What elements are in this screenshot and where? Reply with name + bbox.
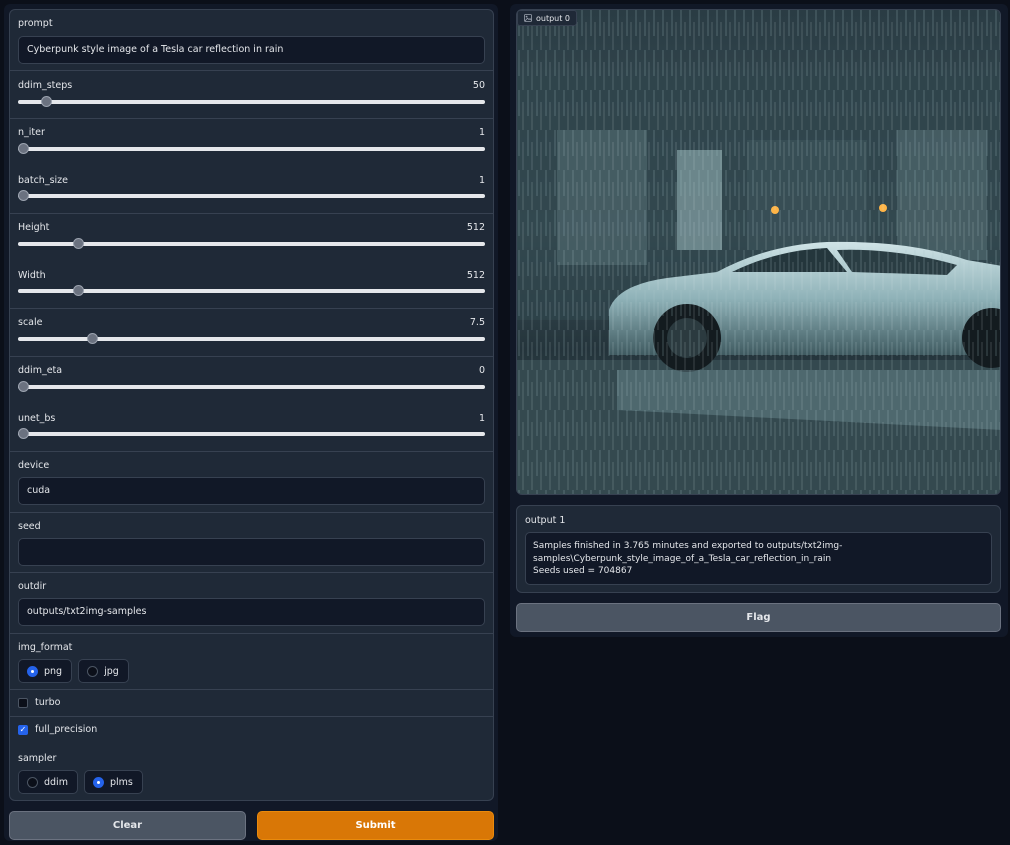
slider-thumb[interactable] xyxy=(18,143,29,154)
scale-slider[interactable] xyxy=(18,333,485,345)
slider-thumb[interactable] xyxy=(18,190,29,201)
prompt-row: prompt Cyberpunk style image of a Tesla … xyxy=(10,10,493,71)
full-precision-label: full_precision xyxy=(35,724,98,735)
ddim-eta-slider[interactable] xyxy=(18,381,485,393)
slider-track xyxy=(18,242,485,246)
scale-row: scale 7.5 xyxy=(10,309,493,357)
radio-label: plms xyxy=(109,776,133,788)
input-panel: prompt Cyberpunk style image of a Tesla … xyxy=(9,9,494,801)
output-1-line-3: Seeds used = 704867 xyxy=(533,566,633,576)
outdir-label: outdir xyxy=(18,581,47,592)
flag-button[interactable]: Flag xyxy=(516,603,1001,632)
clear-button[interactable]: Clear xyxy=(9,811,246,840)
radio-selected-icon xyxy=(92,776,104,788)
ddim-steps-row: ddim_steps 50 xyxy=(10,71,493,119)
seed-row: seed xyxy=(10,513,493,573)
n-iter-label: n_iter xyxy=(18,127,45,138)
radio-unselected-icon xyxy=(87,665,99,677)
seed-label: seed xyxy=(18,521,41,532)
output-1-label: output 1 xyxy=(525,515,566,526)
outdir-row: outdir outputs/txt2img-samples xyxy=(10,573,493,634)
radio-unselected-icon xyxy=(27,776,38,788)
scale-label: scale xyxy=(18,317,43,328)
checkmark-icon: ✓ xyxy=(18,724,28,735)
batch-size-slider[interactable] xyxy=(18,190,485,202)
output-1-textbox[interactable]: Samples finished in 3.765 minutes and ex… xyxy=(525,532,992,585)
size-row: Height 512 Width 512 xyxy=(10,214,493,309)
radio-label: jpg xyxy=(104,665,119,677)
ddim-eta-value[interactable]: 0 xyxy=(479,365,485,376)
width-value[interactable]: 512 xyxy=(467,270,485,281)
output-0-tag: output 0 xyxy=(517,10,578,26)
slider-thumb[interactable] xyxy=(72,238,84,249)
batch-size-label: batch_size xyxy=(18,175,68,186)
ddim-steps-value[interactable]: 50 xyxy=(473,80,485,91)
slider-thumb[interactable] xyxy=(40,96,52,107)
radio-label: ddim xyxy=(44,776,68,788)
ddim-steps-slider[interactable] xyxy=(18,96,485,108)
precision-sampler-row: ✓ full_precision sampler ddim plms xyxy=(10,717,493,801)
slider-thumb[interactable] xyxy=(72,285,84,296)
output-1-line-1: Samples finished in 3.765 minutes and ex… xyxy=(533,541,843,551)
device-row: device cuda xyxy=(10,452,493,513)
slider-track xyxy=(18,385,485,389)
output-1-panel: output 1 Samples finished in 3.765 minut… xyxy=(516,505,1001,593)
sampler-radio-group: ddim plms xyxy=(18,770,143,794)
slider-track xyxy=(18,432,485,436)
unet-bs-label: unet_bs xyxy=(18,413,56,424)
ddim-eta-label: ddim_eta xyxy=(18,365,63,376)
img-format-option-jpg[interactable]: jpg xyxy=(78,659,129,683)
output-0-label: output 0 xyxy=(536,13,571,23)
output-0-image[interactable] xyxy=(516,9,1001,495)
radio-selected-icon xyxy=(27,665,38,677)
outdir-input[interactable]: outputs/txt2img-samples xyxy=(18,598,485,626)
slider-thumb[interactable] xyxy=(18,428,29,439)
slider-thumb[interactable] xyxy=(18,381,29,392)
sampler-option-plms[interactable]: plms xyxy=(83,770,143,794)
scale-value[interactable]: 7.5 xyxy=(470,317,485,328)
height-label: Height xyxy=(18,222,50,233)
img-format-option-png[interactable]: png xyxy=(18,659,73,683)
img-format-row: img_format png jpg xyxy=(10,634,493,690)
sampler-label: sampler xyxy=(18,753,57,764)
image-icon xyxy=(524,14,532,22)
output-1-line-2: samples\Cyberpunk_style_image_of_a_Tesla… xyxy=(533,553,832,564)
n-iter-slider[interactable] xyxy=(18,143,485,155)
device-input[interactable]: cuda xyxy=(18,477,485,505)
turbo-checkbox[interactable]: turbo xyxy=(18,697,61,708)
unet-bs-slider[interactable] xyxy=(18,428,485,440)
img-format-label: img_format xyxy=(18,642,73,653)
device-label: device xyxy=(18,460,50,471)
full-precision-checkbox[interactable]: ✓ full_precision xyxy=(18,724,97,735)
turbo-row: turbo xyxy=(10,690,493,717)
eta-unet-row: ddim_eta 0 unet_bs 1 xyxy=(10,357,493,452)
submit-button[interactable]: Submit xyxy=(257,811,494,840)
ddim-steps-label: ddim_steps xyxy=(18,80,73,91)
slider-thumb[interactable] xyxy=(86,333,98,344)
slider-track xyxy=(18,147,485,151)
generated-image xyxy=(517,10,1000,494)
sampler-option-ddim[interactable]: ddim xyxy=(18,770,78,794)
n-iter-value[interactable]: 1 xyxy=(479,127,485,138)
slider-track xyxy=(18,100,485,104)
radio-label: png xyxy=(44,665,63,677)
unet-bs-value[interactable]: 1 xyxy=(479,413,485,424)
prompt-label: prompt xyxy=(18,18,53,29)
width-slider[interactable] xyxy=(18,285,485,297)
height-slider[interactable] xyxy=(18,238,485,250)
slider-track xyxy=(18,194,485,198)
img-format-radio-group: png jpg xyxy=(18,659,129,683)
slider-track xyxy=(18,289,485,293)
checkbox-unchecked-icon xyxy=(18,697,28,708)
turbo-label: turbo xyxy=(35,697,61,708)
iter-batch-row: n_iter 1 batch_size 1 xyxy=(10,119,493,214)
batch-size-value[interactable]: 1 xyxy=(479,175,485,186)
height-value[interactable]: 512 xyxy=(467,222,485,233)
seed-input[interactable] xyxy=(18,538,485,566)
prompt-input[interactable]: Cyberpunk style image of a Tesla car ref… xyxy=(18,36,485,64)
width-label: Width xyxy=(18,270,46,281)
